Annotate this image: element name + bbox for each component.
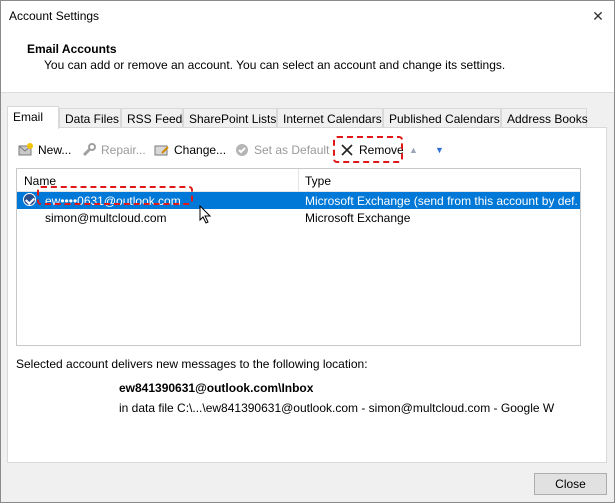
dialog-header: Email Accounts You can add or remove an …	[1, 31, 614, 93]
tab-address-books[interactable]: Address Books	[501, 108, 588, 127]
remove-highlight-box	[333, 136, 403, 163]
header-title: Email Accounts	[27, 42, 117, 56]
wrench-icon	[81, 142, 97, 158]
set-as-default-label: Set as Default	[254, 143, 330, 157]
move-down-icon[interactable]: ▼	[435, 140, 444, 160]
delivery-data-file: in data file C:\...\ew841390631@outlook.…	[119, 401, 555, 415]
mouse-cursor-icon	[199, 205, 212, 224]
tab-rss-feeds[interactable]: RSS Feeds	[121, 108, 188, 127]
account-row[interactable]: simon@multcloud.com Microsoft Exchange	[17, 209, 580, 226]
account-name: simon@multcloud.com	[45, 211, 167, 225]
check-circle-icon	[234, 142, 250, 158]
close-icon[interactable]: ✕	[582, 1, 614, 31]
column-type-header[interactable]: Type	[305, 174, 331, 188]
header-description: You can add or remove an account. You ca…	[44, 58, 506, 72]
change-account-icon	[154, 142, 170, 158]
title-bar: Account Settings ✕	[1, 1, 614, 31]
account-name-highlight-box	[37, 186, 193, 205]
close-button[interactable]: Close	[534, 473, 607, 495]
repair-label: Repair...	[101, 143, 146, 157]
tab-email[interactable]: Email	[7, 106, 59, 129]
repair-button[interactable]: Repair...	[81, 140, 146, 160]
set-as-default-button[interactable]: Set as Default	[234, 140, 329, 160]
change-label: Change...	[174, 143, 227, 157]
account-type: Microsoft Exchange	[305, 211, 411, 225]
new-button[interactable]: New...	[18, 140, 71, 160]
new-label: New...	[38, 143, 72, 157]
new-account-icon	[18, 142, 34, 158]
delivery-location: ew841390631@outlook.com\Inbox	[119, 381, 314, 395]
account-toolbar: New... Repair... Change... Set as Defaul…	[11, 140, 481, 160]
tab-internet-calendars[interactable]: Internet Calendars	[277, 108, 383, 127]
tab-sharepoint-lists[interactable]: SharePoint Lists	[183, 108, 277, 127]
column-divider[interactable]	[298, 169, 299, 191]
delivery-label: Selected account delivers new messages t…	[16, 357, 368, 371]
default-account-icon	[23, 193, 36, 206]
window-title: Account Settings	[9, 9, 100, 23]
change-button[interactable]: Change...	[154, 140, 226, 160]
tab-published-calendars[interactable]: Published Calendars	[383, 108, 501, 127]
account-type: Microsoft Exchange (send from this accou…	[305, 194, 577, 208]
tab-data-files[interactable]: Data Files	[59, 108, 121, 127]
move-up-icon[interactable]: ▲	[409, 140, 418, 160]
